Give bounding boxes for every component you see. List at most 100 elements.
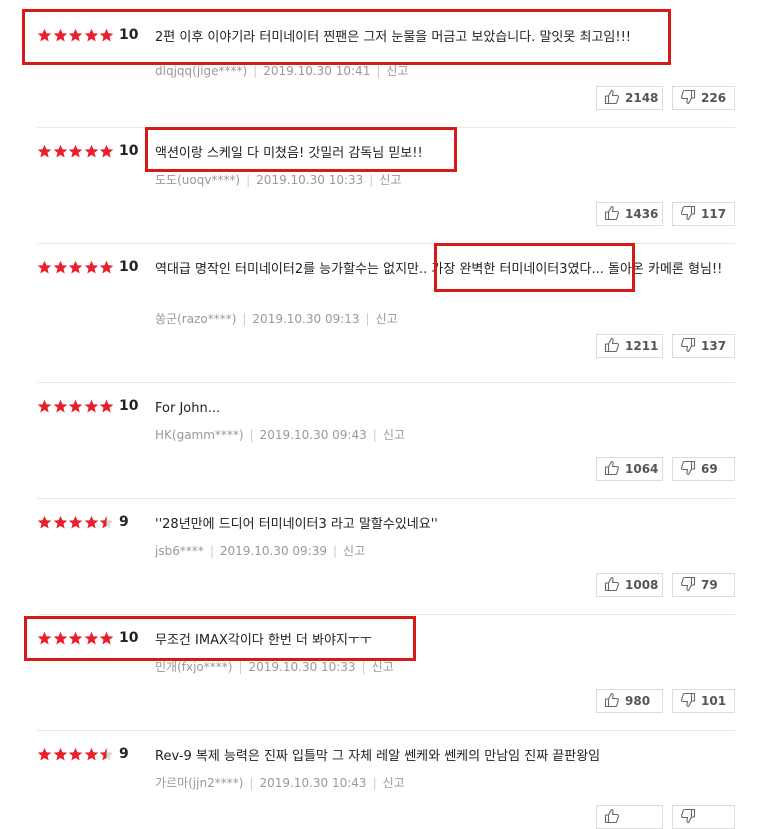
thumbs-down-icon <box>673 808 701 827</box>
report-link[interactable]: 신고 <box>372 660 394 674</box>
review-item: 9 ''28년만에 드디어 터미네이터3 라고 말할수있네요'' jsb6**** |… <box>37 513 735 615</box>
review-item: 10 For John... HK(gamm****) | 2019.10.30 09:… <box>37 397 735 499</box>
review-meta: dlqjqq(jige****) | 2019.10.30 10:41 | 신고 <box>155 63 408 79</box>
star-rating <box>37 629 115 647</box>
review-score: 10 <box>119 398 139 414</box>
review-author: dlqjqq(jige****) <box>155 64 248 78</box>
dislike-button[interactable]: 226 <box>672 86 735 110</box>
star-rating <box>37 397 115 415</box>
star-filled-icon <box>37 747 52 762</box>
review-author: 민개(fxjo****) <box>155 660 233 674</box>
thumbs-up-icon <box>597 576 625 595</box>
review-item: 10 액션이랑 스케일 다 미쳤음! 갓밀러 감독님 믿보!! 도도(uoqv***… <box>37 142 735 244</box>
star-filled-icon <box>68 631 83 646</box>
dislike-button[interactable]: 79 <box>672 573 735 597</box>
review-score: 10 <box>119 630 139 646</box>
star-filled-icon <box>37 260 52 275</box>
separator: | <box>365 312 370 326</box>
thumbs-down-icon <box>673 576 701 595</box>
star-rating <box>37 745 115 763</box>
thumbs-down-icon <box>673 692 701 711</box>
star-rating <box>37 26 115 44</box>
star-rating <box>37 513 115 531</box>
review-date: 2019.10.30 10:33 <box>248 660 356 674</box>
review-meta: 도도(uoqv****) | 2019.10.30 10:33 | 신고 <box>155 172 401 188</box>
like-button[interactable]: 2148 <box>596 86 663 110</box>
report-link[interactable]: 신고 <box>386 64 408 78</box>
review-date: 2019.10.30 09:43 <box>259 428 367 442</box>
like-button[interactable] <box>596 805 663 829</box>
star-filled-icon <box>99 28 114 43</box>
like-count: 1436 <box>625 207 659 221</box>
separator: | <box>361 660 366 674</box>
star-half-icon <box>99 747 114 762</box>
review-item: 9 Rev-9 복제 능력은 진짜 입틀막 그 자체 레알 쎈케와 쎈케의 만남임… <box>37 745 735 829</box>
star-filled-icon <box>53 631 68 646</box>
dislike-button[interactable] <box>672 805 735 829</box>
report-link[interactable]: 신고 <box>383 428 405 442</box>
report-link[interactable]: 신고 <box>379 173 401 187</box>
star-filled-icon <box>84 515 99 530</box>
like-button[interactable]: 1436 <box>596 202 663 226</box>
review-meta: 쏭군(razo****) | 2019.10.30 09:13 | 신고 <box>155 311 398 327</box>
thumbs-up-icon <box>597 692 625 711</box>
star-filled-icon <box>37 515 52 530</box>
review-date: 2019.10.30 09:39 <box>219 544 327 558</box>
star-filled-icon <box>99 144 114 159</box>
separator: | <box>249 776 254 790</box>
thumbs-up-icon <box>597 89 625 108</box>
review-author: jsb6**** <box>155 544 204 558</box>
review-text: 무조건 IMAX각이다 한번 더 봐야지ㅜㅜ <box>155 633 372 648</box>
dislike-button[interactable]: 137 <box>672 334 735 358</box>
dislike-count: 101 <box>701 694 727 708</box>
star-rating <box>37 258 115 276</box>
thumbs-down-icon <box>673 205 701 224</box>
separator: | <box>253 64 258 78</box>
like-button[interactable]: 1064 <box>596 457 663 481</box>
thumbs-down-icon <box>673 89 701 108</box>
star-filled-icon <box>53 515 68 530</box>
dislike-button[interactable]: 69 <box>672 457 735 481</box>
dislike-count: 117 <box>701 207 727 221</box>
report-link[interactable]: 신고 <box>383 776 405 790</box>
thumbs-up-icon <box>597 205 625 224</box>
review-item: 10 무조건 IMAX각이다 한번 더 봐야지ㅜㅜ 민개(fxjo****) | 201… <box>37 629 735 731</box>
like-button[interactable]: 1008 <box>596 573 663 597</box>
star-filled-icon <box>84 260 99 275</box>
separator: | <box>246 173 251 187</box>
like-count: 1008 <box>625 578 659 592</box>
star-filled-icon <box>68 399 83 414</box>
review-item: 10 2편 이후 이야기라 터미네이터 찐팬은 그저 눈물을 머금고 보았습니다.… <box>37 26 735 128</box>
star-filled-icon <box>99 260 114 275</box>
like-button[interactable]: 1211 <box>596 334 663 358</box>
star-filled-icon <box>37 399 52 414</box>
review-text: Rev-9 복제 능력은 진짜 입틀막 그 자체 레알 쎈케와 쎈케의 만남임 … <box>155 749 601 764</box>
separator: | <box>333 544 338 558</box>
dislike-button[interactable]: 101 <box>672 689 735 713</box>
dislike-count: 137 <box>701 339 727 353</box>
separator: | <box>369 173 374 187</box>
review-author: 쏭군(razo****) <box>155 312 237 326</box>
star-filled-icon <box>99 631 114 646</box>
review-date: 2019.10.30 10:33 <box>256 173 364 187</box>
star-half-icon <box>99 515 114 530</box>
star-filled-icon <box>37 144 52 159</box>
report-link[interactable]: 신고 <box>343 544 365 558</box>
star-filled-icon <box>53 144 68 159</box>
star-filled-icon <box>84 28 99 43</box>
star-filled-icon <box>53 399 68 414</box>
separator: | <box>238 660 243 674</box>
star-filled-icon <box>53 260 68 275</box>
dislike-button[interactable]: 117 <box>672 202 735 226</box>
star-filled-icon <box>68 28 83 43</box>
like-count: 1211 <box>625 339 659 353</box>
like-button[interactable]: 980 <box>596 689 663 713</box>
report-link[interactable]: 신고 <box>376 312 398 326</box>
review-score: 9 <box>119 514 129 530</box>
review-score: 9 <box>119 746 129 762</box>
review-meta: HK(gamm****) | 2019.10.30 09:43 | 신고 <box>155 427 405 443</box>
dislike-count: 79 <box>701 578 718 592</box>
star-filled-icon <box>68 747 83 762</box>
thumbs-up-icon <box>597 808 625 827</box>
review-date: 2019.10.30 09:13 <box>252 312 360 326</box>
